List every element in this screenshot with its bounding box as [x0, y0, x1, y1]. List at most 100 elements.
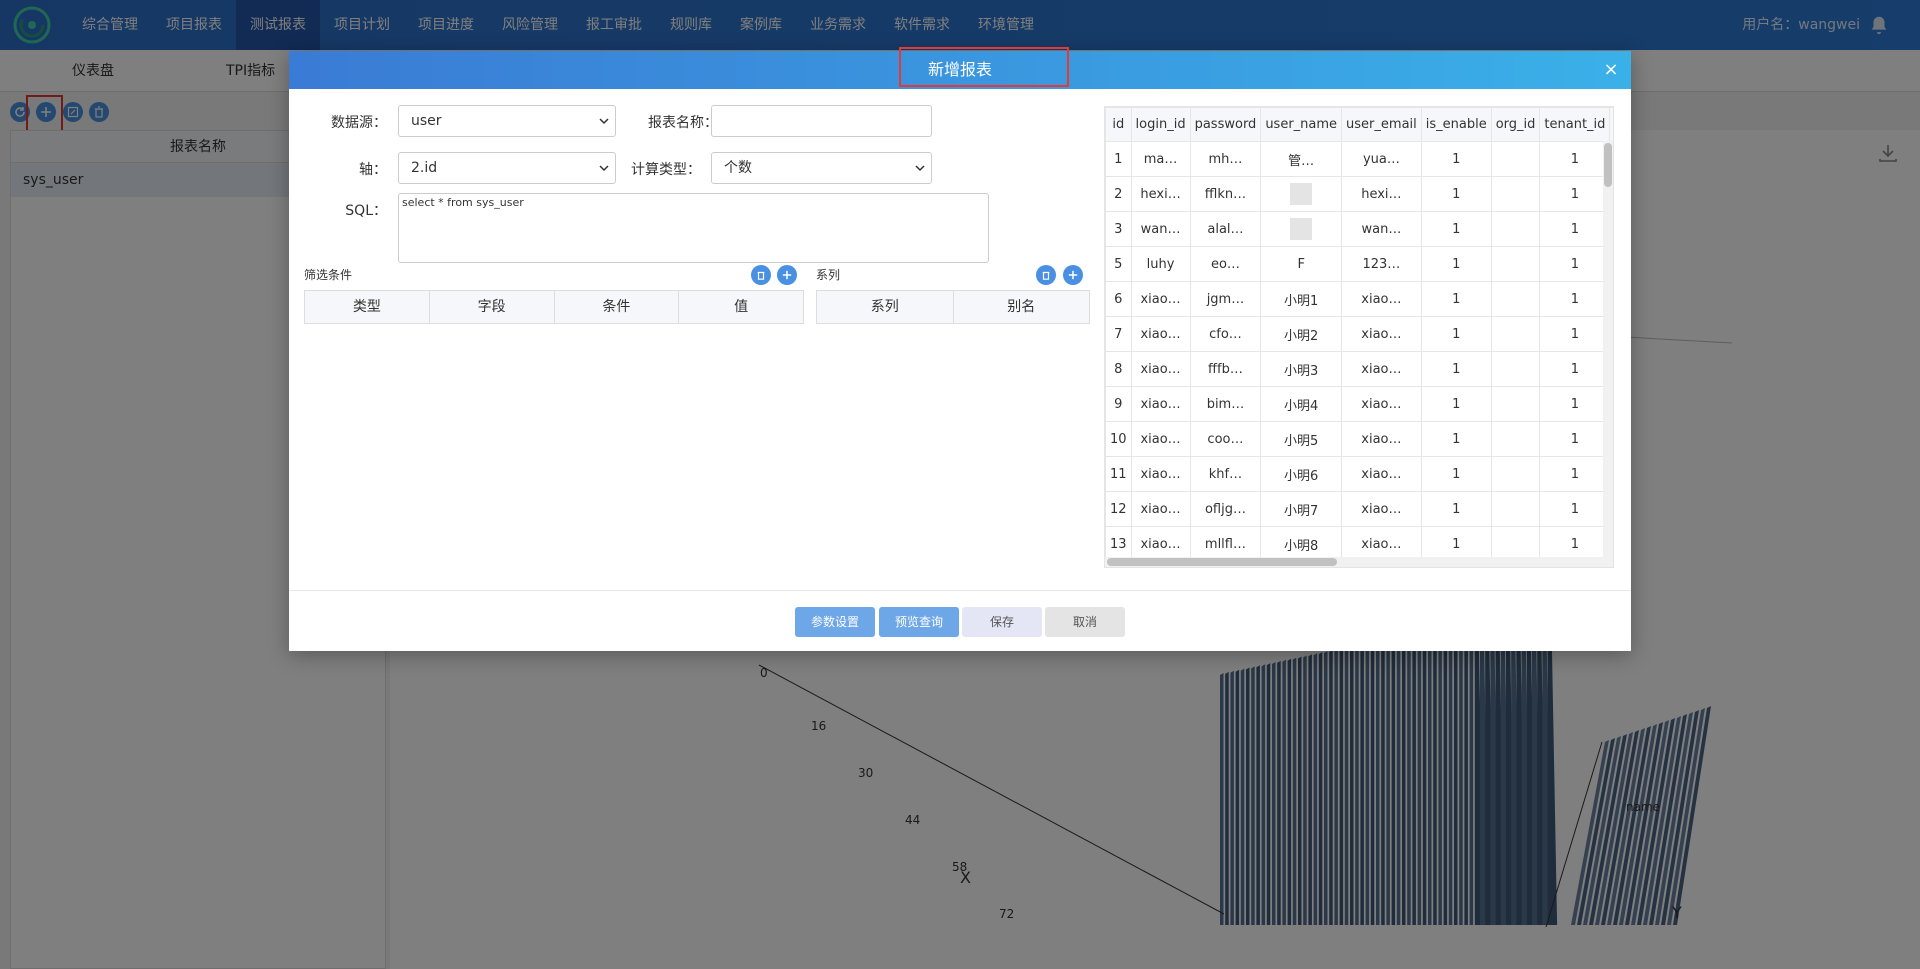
table-cell [1490, 386, 1541, 422]
table-cell: 5 [1105, 246, 1132, 282]
table-cell: 小明1 [1260, 281, 1343, 317]
series-table-header: 系列 别名 [816, 290, 1090, 324]
table-cell: 123… [1341, 246, 1422, 282]
table-cell: 1 [1420, 316, 1492, 352]
preview-query-button[interactable]: 预览查询 [879, 607, 959, 637]
close-icon[interactable]: × [1601, 60, 1621, 80]
delete-series-button[interactable] [1036, 265, 1056, 285]
table-cell: wan… [1341, 211, 1422, 247]
table-cell: ma… [1130, 141, 1191, 177]
axis-select[interactable]: 2.id [398, 152, 616, 184]
table-cell: xiao… [1341, 351, 1422, 387]
table-row[interactable]: 12 xiao… ofljg… 小明7 xiao… 1 1 [1105, 491, 1613, 527]
trash-icon [757, 271, 765, 280]
table-row[interactable]: 2 hexi… fflkn… hexi… 1 1 [1105, 176, 1613, 212]
table-cell: alal… [1189, 211, 1262, 247]
preview-col-header[interactable]: is_default [1609, 107, 1613, 142]
table-cell: fffb… [1189, 351, 1262, 387]
preview-col-header[interactable]: org_id [1490, 107, 1541, 142]
table-cell: 管… [1260, 141, 1343, 177]
delete-filter-button[interactable] [751, 265, 771, 285]
table-cell: 7 [1105, 316, 1132, 352]
table-cell: fflkn… [1189, 176, 1262, 212]
table-cell: 12 [1105, 491, 1132, 527]
table-row[interactable]: 10 xiao… coo… 小明5 xiao… 1 1 [1105, 421, 1613, 457]
preview-col-header[interactable]: password [1189, 107, 1262, 142]
table-cell: 1 [1420, 351, 1492, 387]
table-cell: xiao… [1130, 386, 1191, 422]
trash-icon [1042, 271, 1050, 280]
table-cell: 小明2 [1260, 316, 1343, 352]
table-row[interactable]: 8 xiao… fffb… 小明3 xiao… 1 1 [1105, 351, 1613, 387]
table-cell: 1 [1420, 176, 1492, 212]
table-row[interactable]: 3 wan… alal… wan… 1 1 [1105, 211, 1613, 247]
sql-textarea[interactable]: select * from sys_user [398, 193, 989, 263]
preview-col-header[interactable]: id [1105, 107, 1132, 142]
preview-col-header[interactable]: tenant_id [1539, 107, 1611, 142]
table-row[interactable]: 9 xiao… bim… 小明4 xiao… 1 1 [1105, 386, 1613, 422]
datasource-select[interactable]: user [398, 105, 616, 137]
filter-col-condition: 条件 [555, 291, 680, 323]
add-series-button[interactable] [1063, 265, 1083, 285]
preview-col-header[interactable]: login_id [1130, 107, 1191, 142]
datasource-label: 数据源： [331, 115, 387, 131]
filter-col-field: 字段 [430, 291, 555, 323]
horizontal-scrollbar[interactable] [1105, 557, 1613, 567]
table-cell: 1 [1420, 211, 1492, 247]
table-cell [1490, 141, 1541, 177]
vertical-scrollbar[interactable] [1603, 141, 1613, 559]
dialog-footer-divider [289, 590, 1631, 591]
table-row[interactable]: 7 xiao… cfo… 小明2 xiao… 1 1 [1105, 316, 1613, 352]
table-cell: 8 [1105, 351, 1132, 387]
table-cell: xiao… [1341, 456, 1422, 492]
table-row[interactable]: 5 luhy eo… F 123… 1 1 [1105, 246, 1613, 282]
table-cell: 1 [1539, 246, 1611, 282]
table-row[interactable]: 6 xiao… jgm… 小明1 xiao… 1 1 [1105, 281, 1613, 317]
preview-table: id login_id password user_name user_email is_… [1104, 106, 1614, 568]
add-filter-button[interactable] [777, 265, 797, 285]
table-cell: 小明5 [1260, 421, 1343, 457]
table-cell [1490, 456, 1541, 492]
table-cell: 1 [1539, 176, 1611, 212]
table-cell: bim… [1189, 386, 1262, 422]
table-cell: 1 [1105, 141, 1132, 177]
table-cell: xiao… [1130, 316, 1191, 352]
params-button[interactable]: 参数设置 [795, 607, 875, 637]
table-cell: 1 [1420, 281, 1492, 317]
table-cell [1490, 491, 1541, 527]
masked-content [1290, 183, 1313, 205]
table-cell: wan… [1130, 211, 1191, 247]
table-cell: xiao… [1341, 491, 1422, 527]
filter-table-header: 类型 字段 条件 值 [304, 290, 804, 324]
table-cell [1490, 351, 1541, 387]
table-row[interactable]: 1 ma… mh… 管… yua… 1 1 [1105, 141, 1613, 177]
table-cell: xiao… [1130, 421, 1191, 457]
new-report-dialog: 新增报表 × 数据源： user 报表名称：* 轴： 2.id 计算类型： 个数… [289, 47, 1631, 651]
table-cell: 1 [1539, 141, 1611, 177]
table-cell: jgm… [1189, 281, 1262, 317]
report-name-input[interactable] [711, 105, 932, 137]
table-cell: 小明4 [1260, 386, 1343, 422]
table-cell [1490, 176, 1541, 212]
table-cell: 1 [1539, 211, 1611, 247]
table-cell: eo… [1189, 246, 1262, 282]
preview-col-header[interactable]: user_name [1260, 107, 1343, 142]
calc-type-select[interactable]: 个数 [711, 152, 932, 184]
title-highlight [899, 47, 1069, 87]
table-cell: 10 [1105, 421, 1132, 457]
table-cell: 1 [1420, 141, 1492, 177]
preview-col-header[interactable]: is_enable [1420, 107, 1492, 142]
table-cell: 1 [1420, 491, 1492, 527]
preview-col-header[interactable]: user_email [1341, 107, 1422, 142]
chevron-down-icon [599, 165, 609, 172]
cancel-button[interactable]: 取消 [1045, 607, 1125, 637]
table-cell: xiao… [1130, 491, 1191, 527]
table-cell: hexi… [1341, 176, 1422, 212]
table-cell: 6 [1105, 281, 1132, 317]
chevron-down-icon [599, 118, 609, 125]
table-row[interactable]: 11 xiao… khf… 小明6 xiao… 1 1 [1105, 456, 1613, 492]
table-cell: xiao… [1341, 281, 1422, 317]
table-cell [1490, 316, 1541, 352]
table-cell [1490, 281, 1541, 317]
save-button[interactable]: 保存 [962, 607, 1042, 637]
